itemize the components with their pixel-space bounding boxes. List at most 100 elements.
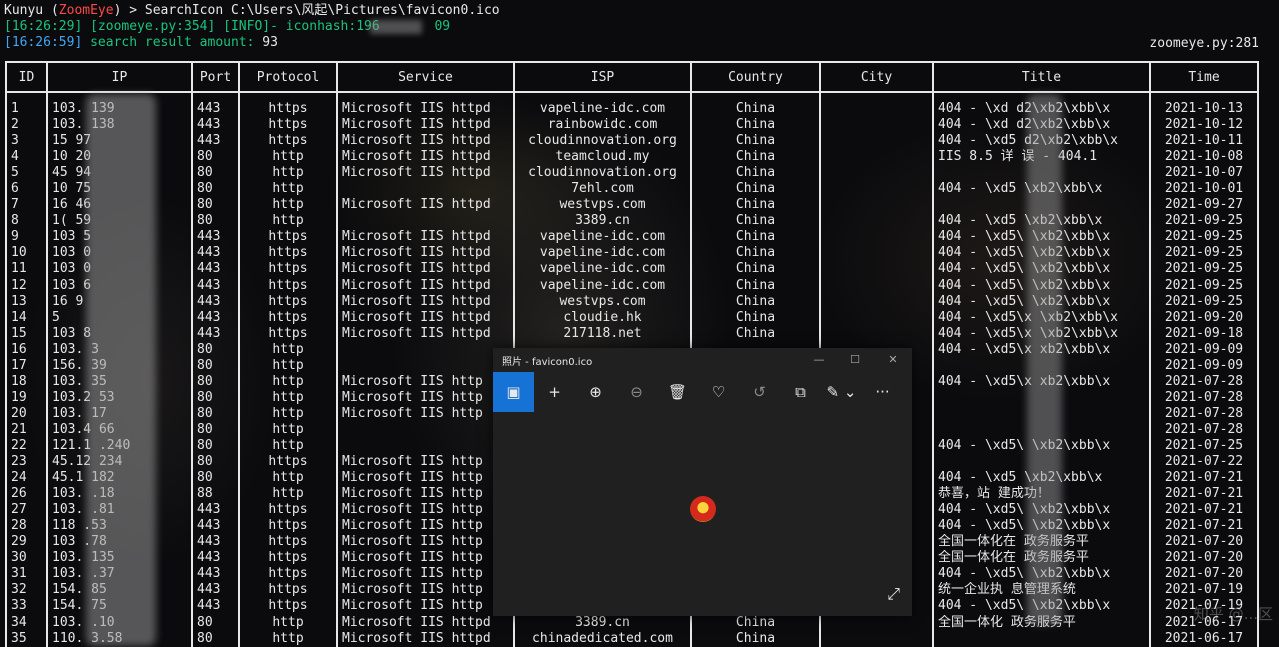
- cell-city: [819, 149, 934, 166]
- expand-icon[interactable]: ⤢: [887, 584, 900, 604]
- cell-country: China: [690, 325, 821, 342]
- cell-port: 80: [191, 213, 240, 230]
- cell-time: 2021-06-17: [1149, 630, 1259, 647]
- cell-id: 32: [5, 582, 48, 599]
- hash-redaction: [370, 20, 422, 34]
- zoom-in-icon[interactable]: ⊕: [575, 372, 616, 412]
- more-icon[interactable]: ···: [862, 372, 903, 412]
- cell-port: 443: [191, 518, 240, 535]
- cell-time: 2021-07-20: [1149, 566, 1259, 583]
- cell-protocol: http: [238, 405, 338, 422]
- cell-isp: cloudinnovation.org: [513, 165, 692, 182]
- cell-port: 443: [191, 582, 240, 599]
- cell-time: 2021-09-25: [1149, 293, 1259, 310]
- cell-port: 80: [191, 421, 240, 438]
- cell-port: 443: [191, 229, 240, 246]
- cell-time: 2021-10-11: [1149, 133, 1259, 150]
- column-header-time: Time: [1149, 61, 1259, 93]
- cell-service: Microsoft IIS http: [336, 534, 515, 551]
- table-row: 8 1( 59 80 http 3389.cn China 404 - \xd5 \xb2\…: [5, 213, 1259, 230]
- cell-city: [819, 133, 934, 150]
- cell-id: 27: [5, 502, 48, 519]
- cell-isp: teamcloud.my: [513, 149, 692, 166]
- image-icon[interactable]: ▣: [493, 372, 534, 412]
- cell-id: 15: [5, 325, 48, 342]
- cell-city: [819, 245, 934, 262]
- add-icon[interactable]: +: [534, 372, 575, 412]
- cell-protocol: https: [238, 598, 338, 615]
- cell-protocol: https: [238, 325, 338, 342]
- cell-id: 34: [5, 614, 48, 631]
- table-row: 10 103 0 443 https Microsoft IIS httpd vapeli…: [5, 245, 1259, 262]
- cell-country: China: [690, 245, 821, 262]
- cell-service: Microsoft IIS httpd: [336, 325, 515, 342]
- cell-time: 2021-09-09: [1149, 357, 1259, 374]
- cell-country: China: [690, 181, 821, 198]
- cell-time: 2021-07-25: [1149, 437, 1259, 455]
- cell-service: Microsoft IIS httpd: [336, 630, 515, 647]
- column-header-title: Title: [932, 61, 1151, 93]
- minimize-icon[interactable]: —: [811, 352, 827, 368]
- cell-protocol: http: [238, 373, 338, 390]
- cell-service: [336, 213, 515, 230]
- column-header-ip: IP: [46, 61, 193, 93]
- cell-city: [819, 293, 934, 310]
- cell-isp: 217118.net: [513, 325, 692, 342]
- cell-country: China: [690, 117, 821, 134]
- zoom-out-icon[interactable]: ⊖: [616, 372, 657, 412]
- favorite-icon[interactable]: ♡: [698, 372, 739, 412]
- cell-isp: westvps.com: [513, 293, 692, 310]
- cell-port: 443: [191, 502, 240, 519]
- cell-service: Microsoft IIS httpd: [336, 277, 515, 294]
- cell-title: [932, 630, 1151, 647]
- column-header-isp: ISP: [513, 61, 692, 93]
- cell-country: China: [690, 92, 821, 118]
- rotate-icon[interactable]: ↺: [739, 372, 780, 412]
- cell-protocol: http: [238, 486, 338, 503]
- cell-city: [819, 181, 934, 198]
- cell-id: 17: [5, 357, 48, 374]
- result-count: 93: [262, 35, 278, 50]
- table-row: 6 10 75 80 http 7ehl.com China 404 - \xd5 \xb2…: [5, 181, 1259, 198]
- cell-country: China: [690, 277, 821, 294]
- cell-id: 18: [5, 373, 48, 390]
- photos-titlebar[interactable]: 照片 - favicon0.ico — ☐ ✕: [493, 348, 912, 372]
- column-header-service: Service: [336, 61, 515, 93]
- cell-city: [819, 165, 934, 182]
- table-row: 34 103. .10 80 http Microsoft IIS httpd 3389.…: [5, 614, 1259, 631]
- cell-protocol: http: [238, 614, 338, 631]
- column-header-port: Port: [191, 61, 240, 93]
- cell-protocol: http: [238, 149, 338, 166]
- cell-time: 2021-07-21: [1149, 518, 1259, 535]
- ip-redaction: [86, 94, 156, 646]
- cell-service: Microsoft IIS httpd: [336, 293, 515, 310]
- table-row: 3 15 97 443 https Microsoft IIS httpd cloudin…: [5, 133, 1259, 150]
- crop-icon[interactable]: ⧉: [780, 372, 821, 412]
- cell-id: 24: [5, 470, 48, 487]
- cell-isp: vapeline-idc.com: [513, 229, 692, 246]
- delete-icon[interactable]: 🗑: [657, 372, 698, 412]
- cell-service: Microsoft IIS http: [336, 389, 515, 406]
- cell-port: 80: [191, 454, 240, 471]
- cell-service: [336, 181, 515, 198]
- cell-id: 4: [5, 149, 48, 166]
- image-canvas: ⤢: [493, 412, 912, 616]
- cell-isp: rainbowidc.com: [513, 117, 692, 134]
- edit-icon[interactable]: ✎ ⌄: [821, 372, 862, 412]
- close-icon[interactable]: ✕: [885, 352, 901, 368]
- cell-port: 443: [191, 550, 240, 567]
- photos-window[interactable]: 照片 - favicon0.ico — ☐ ✕ ▣ + ⊕ ⊖ 🗑 ♡ ↺ ⧉ ✎ ⌄ ··· ⤢: [493, 348, 912, 616]
- cell-port: 80: [191, 197, 240, 214]
- cell-country: China: [690, 149, 821, 166]
- cell-isp: vapeline-idc.com: [513, 92, 692, 118]
- cell-time: 2021-07-22: [1149, 454, 1259, 471]
- column-header-country: Country: [690, 61, 821, 93]
- table-row: 5 45 94 80 http Microsoft IIS httpd cloudinno…: [5, 165, 1259, 182]
- table-row: 11 103 0 443 https Microsoft IIS httpd vapeli…: [5, 261, 1259, 278]
- maximize-icon[interactable]: ☐: [847, 352, 863, 368]
- cell-country: China: [690, 261, 821, 278]
- cell-city: [819, 325, 934, 342]
- cell-port: 443: [191, 277, 240, 294]
- cell-time: 2021-09-09: [1149, 341, 1259, 358]
- cell-id: 3: [5, 133, 48, 150]
